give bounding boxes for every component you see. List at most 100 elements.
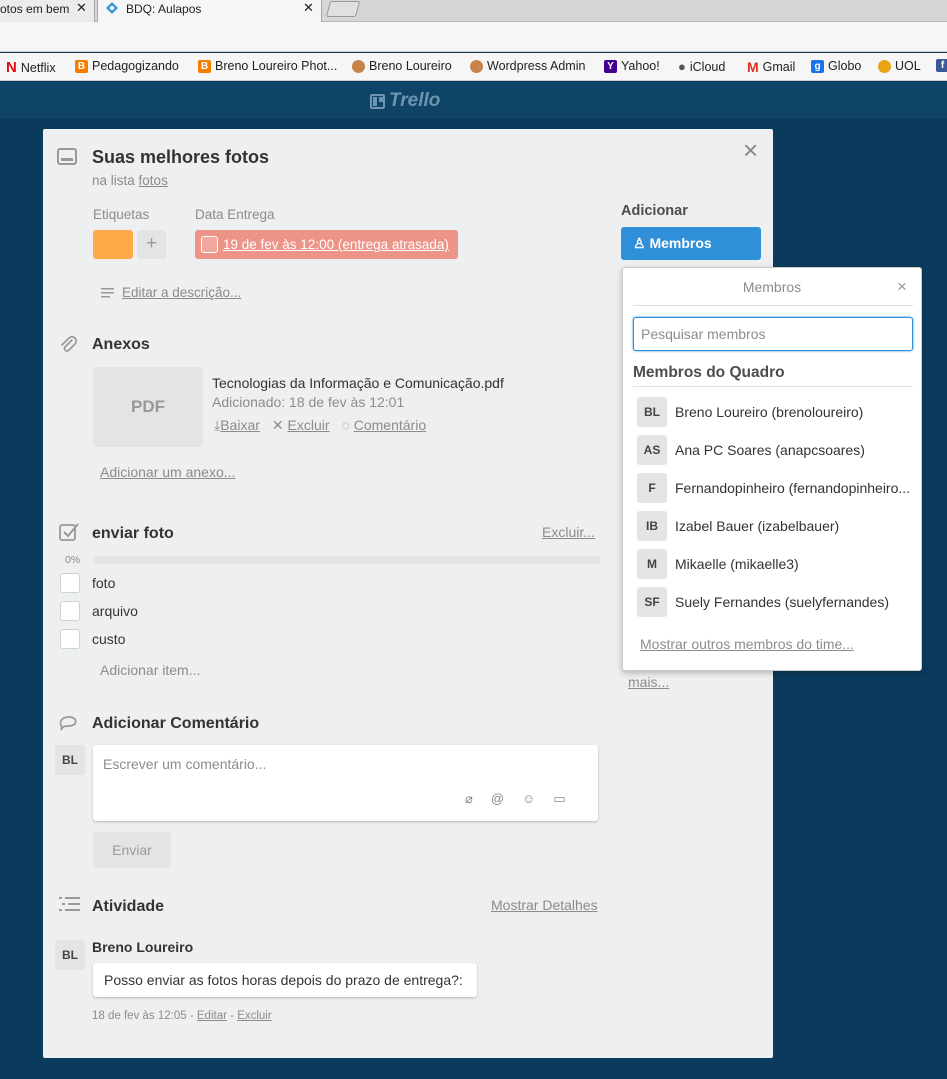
close-icon[interactable]: × — [897, 277, 907, 297]
member-name: Ana PC Soares (anapcsoares) — [675, 442, 865, 458]
attachment-thumbnail[interactable]: PDF — [93, 367, 203, 447]
member-item[interactable]: IB Izabel Bauer (izabelbauer) — [637, 511, 913, 541]
checklist-icon — [59, 523, 79, 541]
paperclip-icon — [61, 335, 78, 352]
new-tab-button[interactable] — [325, 1, 361, 17]
bookmark-icloud[interactable]: ● iCloud — [678, 59, 725, 74]
bookmark-label: Netflix — [20, 60, 56, 75]
avatar[interactable]: BL — [55, 745, 85, 775]
attachment-name[interactable]: Tecnologias da Informação e Comunicação.… — [212, 375, 504, 391]
members-button[interactable]: ♙ Membros — [621, 227, 761, 260]
member-item[interactable]: AS Ana PC Soares (anapcsoares) — [637, 435, 913, 465]
avatar-icon — [470, 59, 483, 73]
attachment-actions: ⤓Baixar ✕ Excluir ◌ Comentário — [214, 417, 426, 434]
member-name: Fernandopinheiro (fernandopinheiro... — [675, 480, 911, 496]
comment-placeholder: Escrever um comentário... — [103, 756, 267, 772]
bookmark-label: Gmail — [762, 60, 796, 74]
send-button[interactable]: Enviar — [93, 832, 171, 868]
download-link[interactable]: ⤓Baixar — [214, 417, 260, 434]
members-popover: Membros × Membros do Quadro BL Breno Lou… — [622, 267, 922, 671]
checklist-checkbox[interactable] — [60, 573, 80, 593]
due-complete-checkbox[interactable] — [201, 236, 218, 253]
activity-time[interactable]: 18 de fev às 12:05 — [92, 1010, 187, 1022]
bookmark-label: Breno Loureiro — [369, 59, 452, 73]
emoji-icon[interactable]: ☺ — [522, 791, 535, 807]
card-title[interactable]: Suas melhores fotos — [92, 147, 269, 168]
bookmark-facebook[interactable]: f — [936, 59, 947, 72]
edit-description-link[interactable]: Editar a descrição... — [101, 285, 241, 300]
card-icon[interactable]: ▭ — [553, 791, 565, 807]
avatar: SF — [637, 587, 667, 617]
close-icon[interactable]: × — [743, 137, 758, 163]
mention-icon[interactable]: @ — [491, 791, 504, 807]
checklist-item-label[interactable]: custo — [92, 631, 125, 647]
list-link[interactable]: fotos — [139, 173, 168, 188]
avatar: BL — [637, 397, 667, 427]
member-name: Mikaelle (mikaelle3) — [675, 556, 799, 572]
bookmark-label: Yahoo! — [621, 59, 660, 73]
card-list-info: na lista fotos — [92, 173, 168, 188]
bookmark-netflix[interactable]: N Netflix — [6, 59, 56, 76]
add-label-button[interactable]: + — [137, 230, 166, 259]
meta-separator: - — [230, 1010, 234, 1022]
bookmark-label: Wordpress Admin — [487, 59, 586, 73]
comment-attachment-link[interactable]: ◌ Comentário — [342, 417, 427, 434]
avatar[interactable]: BL — [55, 940, 85, 970]
more-link[interactable]: mais... — [628, 674, 669, 690]
show-team-members-link[interactable]: Mostrar outros membros do time... — [640, 636, 854, 652]
activity-icon — [59, 897, 80, 911]
edit-comment-link[interactable]: Editar — [197, 1010, 227, 1022]
add-comment-heading: Adicionar Comentário — [92, 715, 260, 732]
bookmark-gmail[interactable]: M Gmail — [747, 59, 795, 75]
tab-close-icon[interactable]: ✕ — [76, 0, 87, 16]
bookmark-yahoo[interactable]: Y Yahoo! — [604, 59, 660, 73]
checklist-checkbox[interactable] — [60, 629, 80, 649]
browser-tab[interactable]: otos em bem ✕ — [0, 0, 95, 22]
checklist-progress-bar — [93, 556, 601, 564]
trello-logo[interactable]: Trello — [370, 90, 440, 112]
checklist-title[interactable]: enviar foto — [92, 525, 174, 543]
bookmark-uol[interactable]: UOL — [878, 59, 921, 73]
member-item[interactable]: F Fernandopinheiro (fernandopinheiro... — [637, 473, 913, 503]
bookmark-globo[interactable]: g Globo — [811, 59, 861, 73]
attach-icon[interactable]: ⌀ — [465, 791, 473, 807]
bookmark-label: Globo — [828, 59, 862, 73]
bookmark-pedagogizando[interactable]: B Pedagogizando — [75, 59, 179, 73]
show-details-link[interactable]: Mostrar Detalhes — [491, 897, 598, 913]
member-item[interactable]: BL Breno Loureiro (brenoloureiro) — [637, 397, 913, 427]
add-attachment-link[interactable]: Adicionar um anexo... — [100, 464, 235, 480]
user-icon: ♙ — [633, 235, 650, 251]
tab-title: BDQ: Aulapos — [126, 2, 202, 16]
activity-author[interactable]: Breno Loureiro — [92, 939, 193, 955]
browser-tab-bar: otos em bem ✕ BDQ: Aulapos ✕ — [0, 0, 947, 22]
due-date-badge[interactable]: 19 de fev às 12:00 (entrega atrasada) — [195, 230, 458, 259]
tab-close-icon[interactable]: ✕ — [303, 0, 314, 16]
list-prefix: na lista — [92, 173, 135, 188]
bookmark-breno[interactable]: Breno Loureiro — [352, 59, 452, 73]
description-icon — [101, 287, 114, 297]
checklist-item-label[interactable]: foto — [92, 575, 115, 591]
member-item[interactable]: SF Suely Fernandes (suelyfernandes) — [637, 587, 913, 617]
add-checklist-item[interactable]: Adicionar item... — [100, 662, 200, 678]
uol-icon — [878, 59, 891, 73]
divider — [633, 386, 913, 387]
checklist-item-label[interactable]: arquivo — [92, 603, 138, 619]
facebook-icon: f — [936, 59, 947, 72]
due-heading: Data Entrega — [195, 207, 275, 222]
checklist-checkbox[interactable] — [60, 601, 80, 621]
search-members-input[interactable] — [633, 317, 913, 351]
comment-input[interactable]: Escrever um comentário... ⌀ @ ☺ ▭ — [93, 745, 598, 821]
comment-tools: ⌀ @ ☺ ▭ — [465, 791, 566, 807]
board-members-heading: Membros do Quadro — [633, 364, 785, 381]
bookmark-wordpress[interactable]: Wordpress Admin — [470, 59, 585, 73]
bookmark-breno-photo[interactable]: B Breno Loureiro Phot... — [198, 59, 337, 73]
delete-checklist-link[interactable]: Excluir... — [542, 524, 595, 540]
browser-tab-active[interactable]: BDQ: Aulapos ✕ — [97, 0, 322, 22]
label-orange[interactable] — [93, 230, 133, 259]
delete-comment-link[interactable]: Excluir — [237, 1010, 272, 1022]
delete-attachment-link[interactable]: ✕ Excluir — [272, 417, 330, 434]
address-bar[interactable] — [0, 22, 947, 52]
activity-meta: 18 de fev às 12:05 - Editar - Excluir — [92, 1010, 272, 1022]
yahoo-icon: Y — [604, 59, 617, 73]
member-item[interactable]: M Mikaelle (mikaelle3) — [637, 549, 913, 579]
